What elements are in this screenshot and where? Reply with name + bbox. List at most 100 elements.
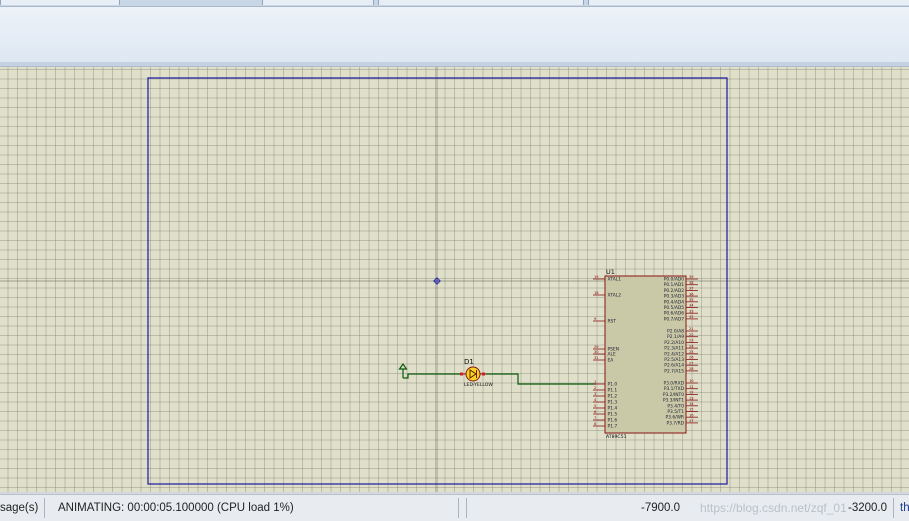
status-divider <box>466 498 467 518</box>
schematic-canvas[interactable]: D1 LED-YELLOW U1 AT89C51 19 XTAL1 18 XTAL2 9… <box>0 67 909 492</box>
pin-name: P3.2/INT0 <box>663 392 684 398</box>
pin-name: P0.1/AD1 <box>664 282 684 288</box>
watermark-url: https://blog.csdn.net/zqf_01 <box>700 501 847 515</box>
pin-name: P3.0/RXD <box>663 381 684 387</box>
coordinate-x: -7900.0 <box>641 502 681 514</box>
ribbon-group-tab[interactable] <box>588 0 909 5</box>
pin-name: P1.5 <box>608 412 618 418</box>
pin-number: 15 <box>689 408 694 412</box>
pin-name: P1.2 <box>608 394 618 400</box>
pin-number: 17 <box>689 419 694 423</box>
messages-indicator[interactable]: sage(s) <box>0 495 40 521</box>
pin-name: EA <box>608 358 614 364</box>
pin-name: P1.3 <box>608 400 618 406</box>
origin-marker <box>433 277 441 285</box>
pin-name: P0.4/AD4 <box>664 299 684 305</box>
pin-number: 23 <box>689 339 694 343</box>
led-component[interactable]: D1 LED-YELLOW <box>460 358 493 388</box>
pin-name: P0.0/AD0 <box>664 277 684 283</box>
led-part-label: LED-YELLOW <box>464 382 493 388</box>
pin-number: 29 <box>594 345 599 349</box>
pin-name: ALE <box>608 352 616 358</box>
led-pin-anode <box>460 372 463 376</box>
status-bar: sage(s) ANIMATING: 00:00:05.100000 (CPU … <box>0 494 909 521</box>
status-divider <box>458 498 459 518</box>
pin-name: P1.7 <box>608 424 618 430</box>
pin-number: 16 <box>689 413 694 417</box>
pin-number: 2 <box>594 386 596 390</box>
pin-number: 22 <box>689 333 694 337</box>
power-terminal[interactable] <box>398 362 408 378</box>
schematic-drawing[interactable]: D1 LED-YELLOW U1 AT89C51 19XTAL118XTAL29… <box>0 67 909 492</box>
ribbon-bottom-edge <box>0 62 909 66</box>
chip-ref-label: U1 <box>606 268 615 276</box>
messages-text: sage(s) <box>0 502 39 514</box>
pin-name: P0.2/AD2 <box>664 288 684 294</box>
pin-number: 39 <box>689 275 694 279</box>
pin-name: P0.6/AD6 <box>664 311 684 317</box>
pin-name: XTAL1 <box>608 277 622 283</box>
status-divider <box>893 498 894 518</box>
pin-number: 28 <box>689 367 694 371</box>
pin-number: 33 <box>689 309 694 313</box>
ribbon-group-tab[interactable] <box>262 0 374 5</box>
ribbon-toolbar <box>0 0 909 67</box>
pin-number: 26 <box>689 356 694 360</box>
led-ref-label: D1 <box>464 358 474 366</box>
wire-led-to-p10[interactable] <box>486 373 596 385</box>
pin-number: 38 <box>689 281 694 285</box>
pin-number: 14 <box>689 402 694 406</box>
pin-name: P1.6 <box>608 418 618 424</box>
pin-number: 24 <box>689 344 694 348</box>
pin-number: 34 <box>689 304 694 308</box>
pin-name: P3.4/T0 <box>667 403 684 409</box>
pin-name: P3.7/RD <box>666 420 684 426</box>
pin-number: 11 <box>689 385 694 389</box>
pin-number: 31 <box>594 356 599 360</box>
pin-name: P2.2/A10 <box>664 340 684 346</box>
pin-name: P2.3/A11 <box>664 346 684 352</box>
pin-name: P2.7/A15 <box>664 368 684 374</box>
pin-number: 21 <box>689 327 694 331</box>
pin-number: 36 <box>689 292 694 296</box>
pin-name: P2.4/A12 <box>664 351 684 357</box>
pin-name: P3.1/TXD <box>664 386 685 392</box>
chip-part-label: AT89C51 <box>606 434 627 440</box>
pin-number: 32 <box>689 315 694 319</box>
pin-name: P1.4 <box>608 406 618 412</box>
pin-name: P3.3/INT1 <box>663 398 684 404</box>
pin-number: 19 <box>594 275 599 279</box>
ribbon-group-tab[interactable] <box>0 0 120 5</box>
pin-number: 35 <box>689 298 694 302</box>
pin-name: P3.5/T1 <box>667 409 684 415</box>
pin-name: P2.1/A9 <box>667 334 684 340</box>
pin-name: P2.5/A13 <box>664 357 684 363</box>
pin-name: P3.6/WR <box>665 415 684 421</box>
pin-name: P1.0 <box>608 382 618 388</box>
pin-number: 13 <box>689 396 694 400</box>
ribbon-group-tab[interactable] <box>378 0 584 5</box>
pin-number: 12 <box>689 391 694 395</box>
pin-number: 3 <box>594 392 596 396</box>
chip-right-pins: 39 P0.0/AD0 38 P0.1/AD1 37 P0.2/AD2 36 P0.3/AD3… <box>663 275 698 426</box>
pin-name: P2.6/A14 <box>664 363 684 369</box>
pin-number: 10 <box>689 379 694 383</box>
chip-left-pins: 19XTAL118XTAL29RST29PSEN30ALE31EA1P1.02P… <box>593 275 622 430</box>
status-divider <box>44 498 45 518</box>
pin-name: P0.5/AD5 <box>664 305 684 311</box>
pin-number: 30 <box>594 350 599 354</box>
pin-number: 5 <box>594 404 596 408</box>
pin-name: P2.0/A8 <box>667 329 684 335</box>
wire-power-to-led[interactable] <box>403 373 462 379</box>
coordinate-y: -3200.0 <box>848 502 888 514</box>
unit-indicator[interactable]: th <box>900 495 909 521</box>
ribbon-tab-strip <box>0 0 909 7</box>
microcontroller-chip[interactable]: U1 AT89C51 19XTAL118XTAL29RST29PSEN30ALE… <box>593 268 698 440</box>
led-pin-cathode <box>482 372 485 376</box>
pin-name: XTAL2 <box>608 293 622 299</box>
pin-number: 18 <box>594 291 599 295</box>
pin-name: P1.1 <box>608 388 618 394</box>
animation-status: ANIMATING: 00:00:05.100000 (CPU load 1%) <box>58 502 294 514</box>
pin-name: RST <box>608 319 617 325</box>
pin-number: 37 <box>689 287 694 291</box>
